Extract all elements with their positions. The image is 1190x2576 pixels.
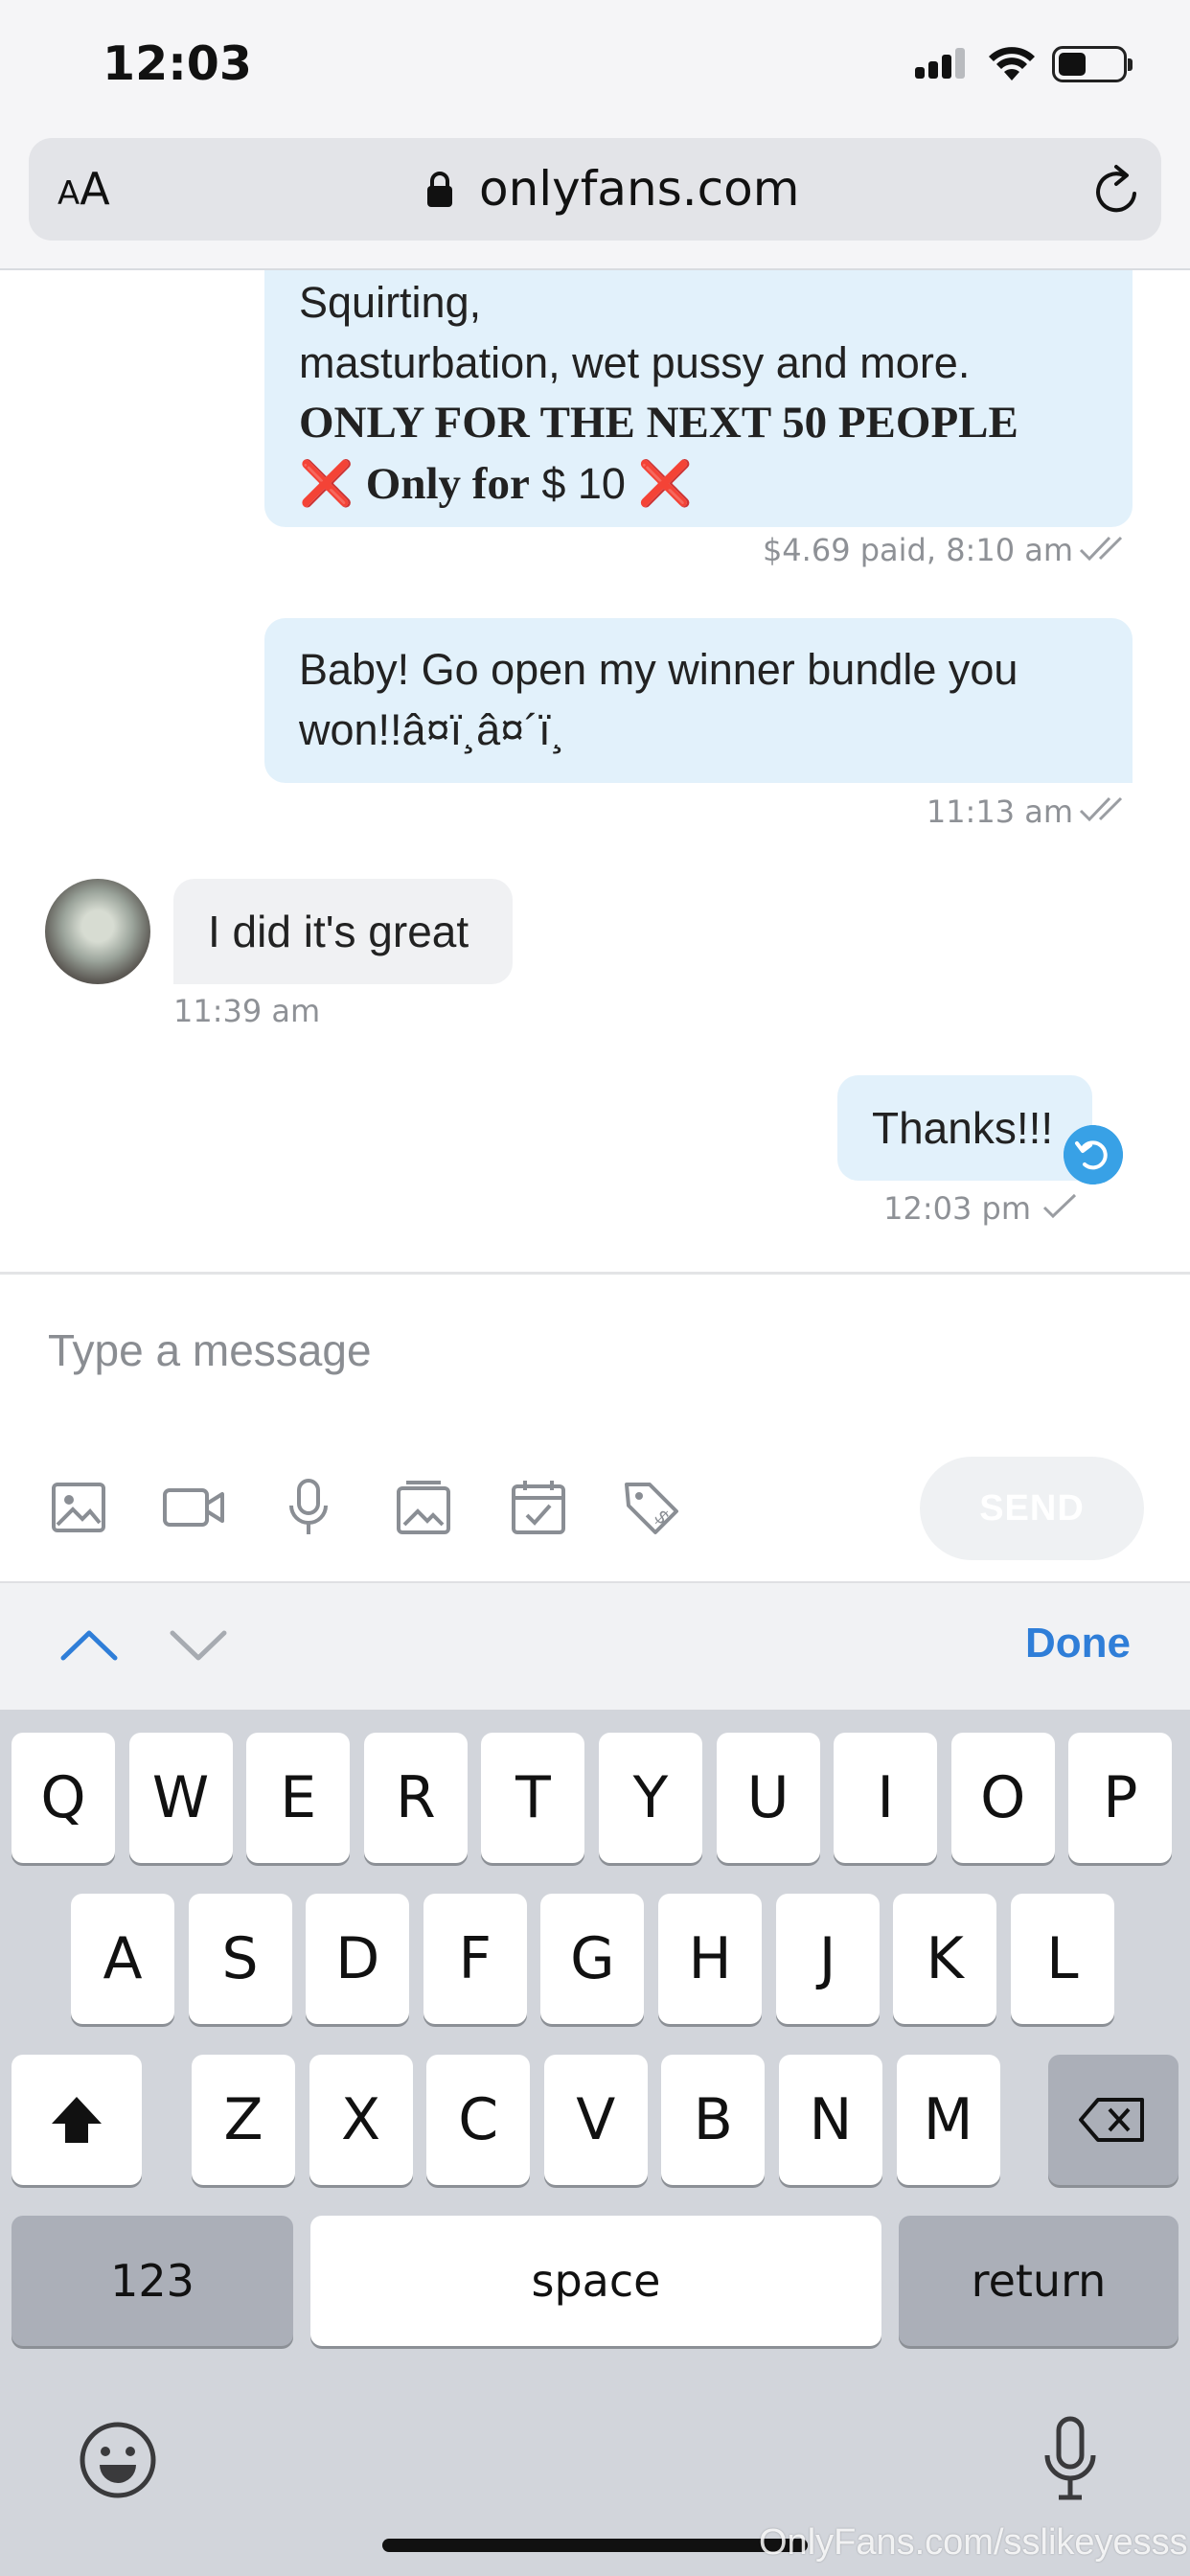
image-icon[interactable] [48, 1477, 109, 1538]
key-d[interactable]: D [306, 1894, 410, 2024]
space-key[interactable]: space [310, 2216, 881, 2346]
key-w[interactable]: W [128, 1733, 233, 1863]
key-p[interactable]: P [1068, 1733, 1173, 1863]
home-indicator[interactable] [382, 2539, 808, 2552]
chevron-down-icon[interactable] [169, 1625, 228, 1664]
message-text: Baby! Go open my winner bundle you [299, 645, 1018, 694]
message-meta: $4.69 paid, 8:10 am [762, 532, 1073, 568]
key-z[interactable]: Z [192, 2055, 295, 2185]
battery-icon [1052, 46, 1133, 82]
key-u[interactable]: U [716, 1733, 820, 1863]
chat-thread[interactable]: Squirting, masturbation, wet pussy and m… [0, 270, 1190, 1272]
cross-mark-emoji: ❌ [299, 457, 355, 509]
outgoing-message[interactable]: Baby! Go open my winner bundle you won!!… [264, 618, 1133, 783]
check-icon [1042, 1193, 1077, 1219]
message-composer: $ SEND [0, 1272, 1190, 1583]
return-key[interactable]: return [899, 2216, 1179, 2346]
done-button[interactable]: Done [1025, 1620, 1131, 1668]
status-time: 12:03 [103, 36, 252, 91]
key-m[interactable]: M [896, 2055, 1000, 2185]
message-text: I did it's great [208, 907, 469, 956]
message-input[interactable] [48, 1324, 910, 1376]
incoming-message[interactable]: I did it's great [173, 879, 513, 984]
key-i[interactable]: I [834, 1733, 938, 1863]
lock-icon [427, 172, 452, 207]
key-f[interactable]: F [423, 1894, 527, 2024]
message-text: ONLY FOR THE NEXT 50 PEOPLE [299, 398, 1018, 448]
key-c[interactable]: C [426, 2055, 531, 2185]
key-l[interactable]: L [1010, 1894, 1114, 2024]
double-check-icon [1079, 796, 1123, 822]
message-meta: 11:13 am [926, 794, 1073, 830]
key-t[interactable]: T [481, 1733, 585, 1863]
undo-icon[interactable] [1064, 1125, 1123, 1184]
key-v[interactable]: V [543, 2055, 648, 2185]
key-x[interactable]: X [309, 2055, 413, 2185]
message-text: Thanks!!! [872, 1103, 1054, 1153]
chevron-up-icon[interactable] [59, 1625, 119, 1664]
emoji-icon[interactable] [79, 2421, 157, 2499]
key-a[interactable]: A [71, 1894, 174, 2024]
key-s[interactable]: S [188, 1894, 292, 2024]
message-text: won!!â¤ï¸â¤´ï¸ [299, 705, 565, 754]
key-h[interactable]: H [658, 1894, 762, 2024]
browser-top-bar: 12:03 AA onlyfans.com [0, 0, 1190, 270]
key-k[interactable]: K [893, 1894, 997, 2024]
double-check-icon [1079, 536, 1123, 562]
send-button[interactable]: SEND [920, 1457, 1144, 1560]
outgoing-message[interactable]: Thanks!!! [837, 1075, 1092, 1181]
key-e[interactable]: E [246, 1733, 351, 1863]
key-o[interactable]: O [950, 1733, 1055, 1863]
address-bar[interactable]: AA onlyfans.com [29, 138, 1161, 241]
text-size-button[interactable]: AA [57, 163, 110, 215]
cellular-signal-icon [915, 48, 967, 79]
wifi-icon [989, 47, 1035, 80]
shift-icon [52, 2097, 102, 2143]
cross-mark-emoji: ❌ [637, 457, 693, 509]
video-icon[interactable] [163, 1477, 226, 1538]
message-text: ❌ Only for $ 10 ❌ [299, 457, 693, 509]
vault-icon[interactable] [393, 1477, 454, 1538]
price-tag-icon[interactable]: $ [621, 1477, 682, 1538]
calendar-icon[interactable] [508, 1477, 569, 1538]
outgoing-message[interactable]: Squirting, masturbation, wet pussy and m… [264, 270, 1133, 527]
key-g[interactable]: G [540, 1894, 645, 2024]
watermark: OnlyFans.com/sslikeyesss [759, 2522, 1188, 2563]
backspace-key[interactable] [1048, 2055, 1179, 2185]
message-text: masturbation, wet pussy and more. [299, 338, 971, 387]
keyboard-accessory-bar: Done [0, 1583, 1190, 1710]
reload-icon[interactable] [1090, 161, 1144, 218]
key-r[interactable]: R [363, 1733, 468, 1863]
backspace-icon [1079, 2098, 1144, 2142]
dictation-microphone-icon[interactable] [1042, 2415, 1098, 2503]
numbers-key[interactable]: 123 [11, 2216, 293, 2346]
microphone-icon[interactable] [278, 1477, 339, 1538]
key-b[interactable]: B [661, 2055, 766, 2185]
key-j[interactable]: J [775, 1894, 880, 2024]
message-meta: 12:03 pm [883, 1190, 1031, 1227]
key-n[interactable]: N [779, 2055, 882, 2185]
message-text: Squirting, [299, 278, 482, 327]
shift-key[interactable] [11, 2055, 142, 2185]
message-meta: 11:39 am [173, 993, 321, 1029]
avatar[interactable] [45, 879, 150, 984]
key-q[interactable]: Q [11, 1733, 115, 1863]
key-y[interactable]: Y [599, 1733, 702, 1863]
url-text[interactable]: onlyfans.com [479, 161, 799, 217]
